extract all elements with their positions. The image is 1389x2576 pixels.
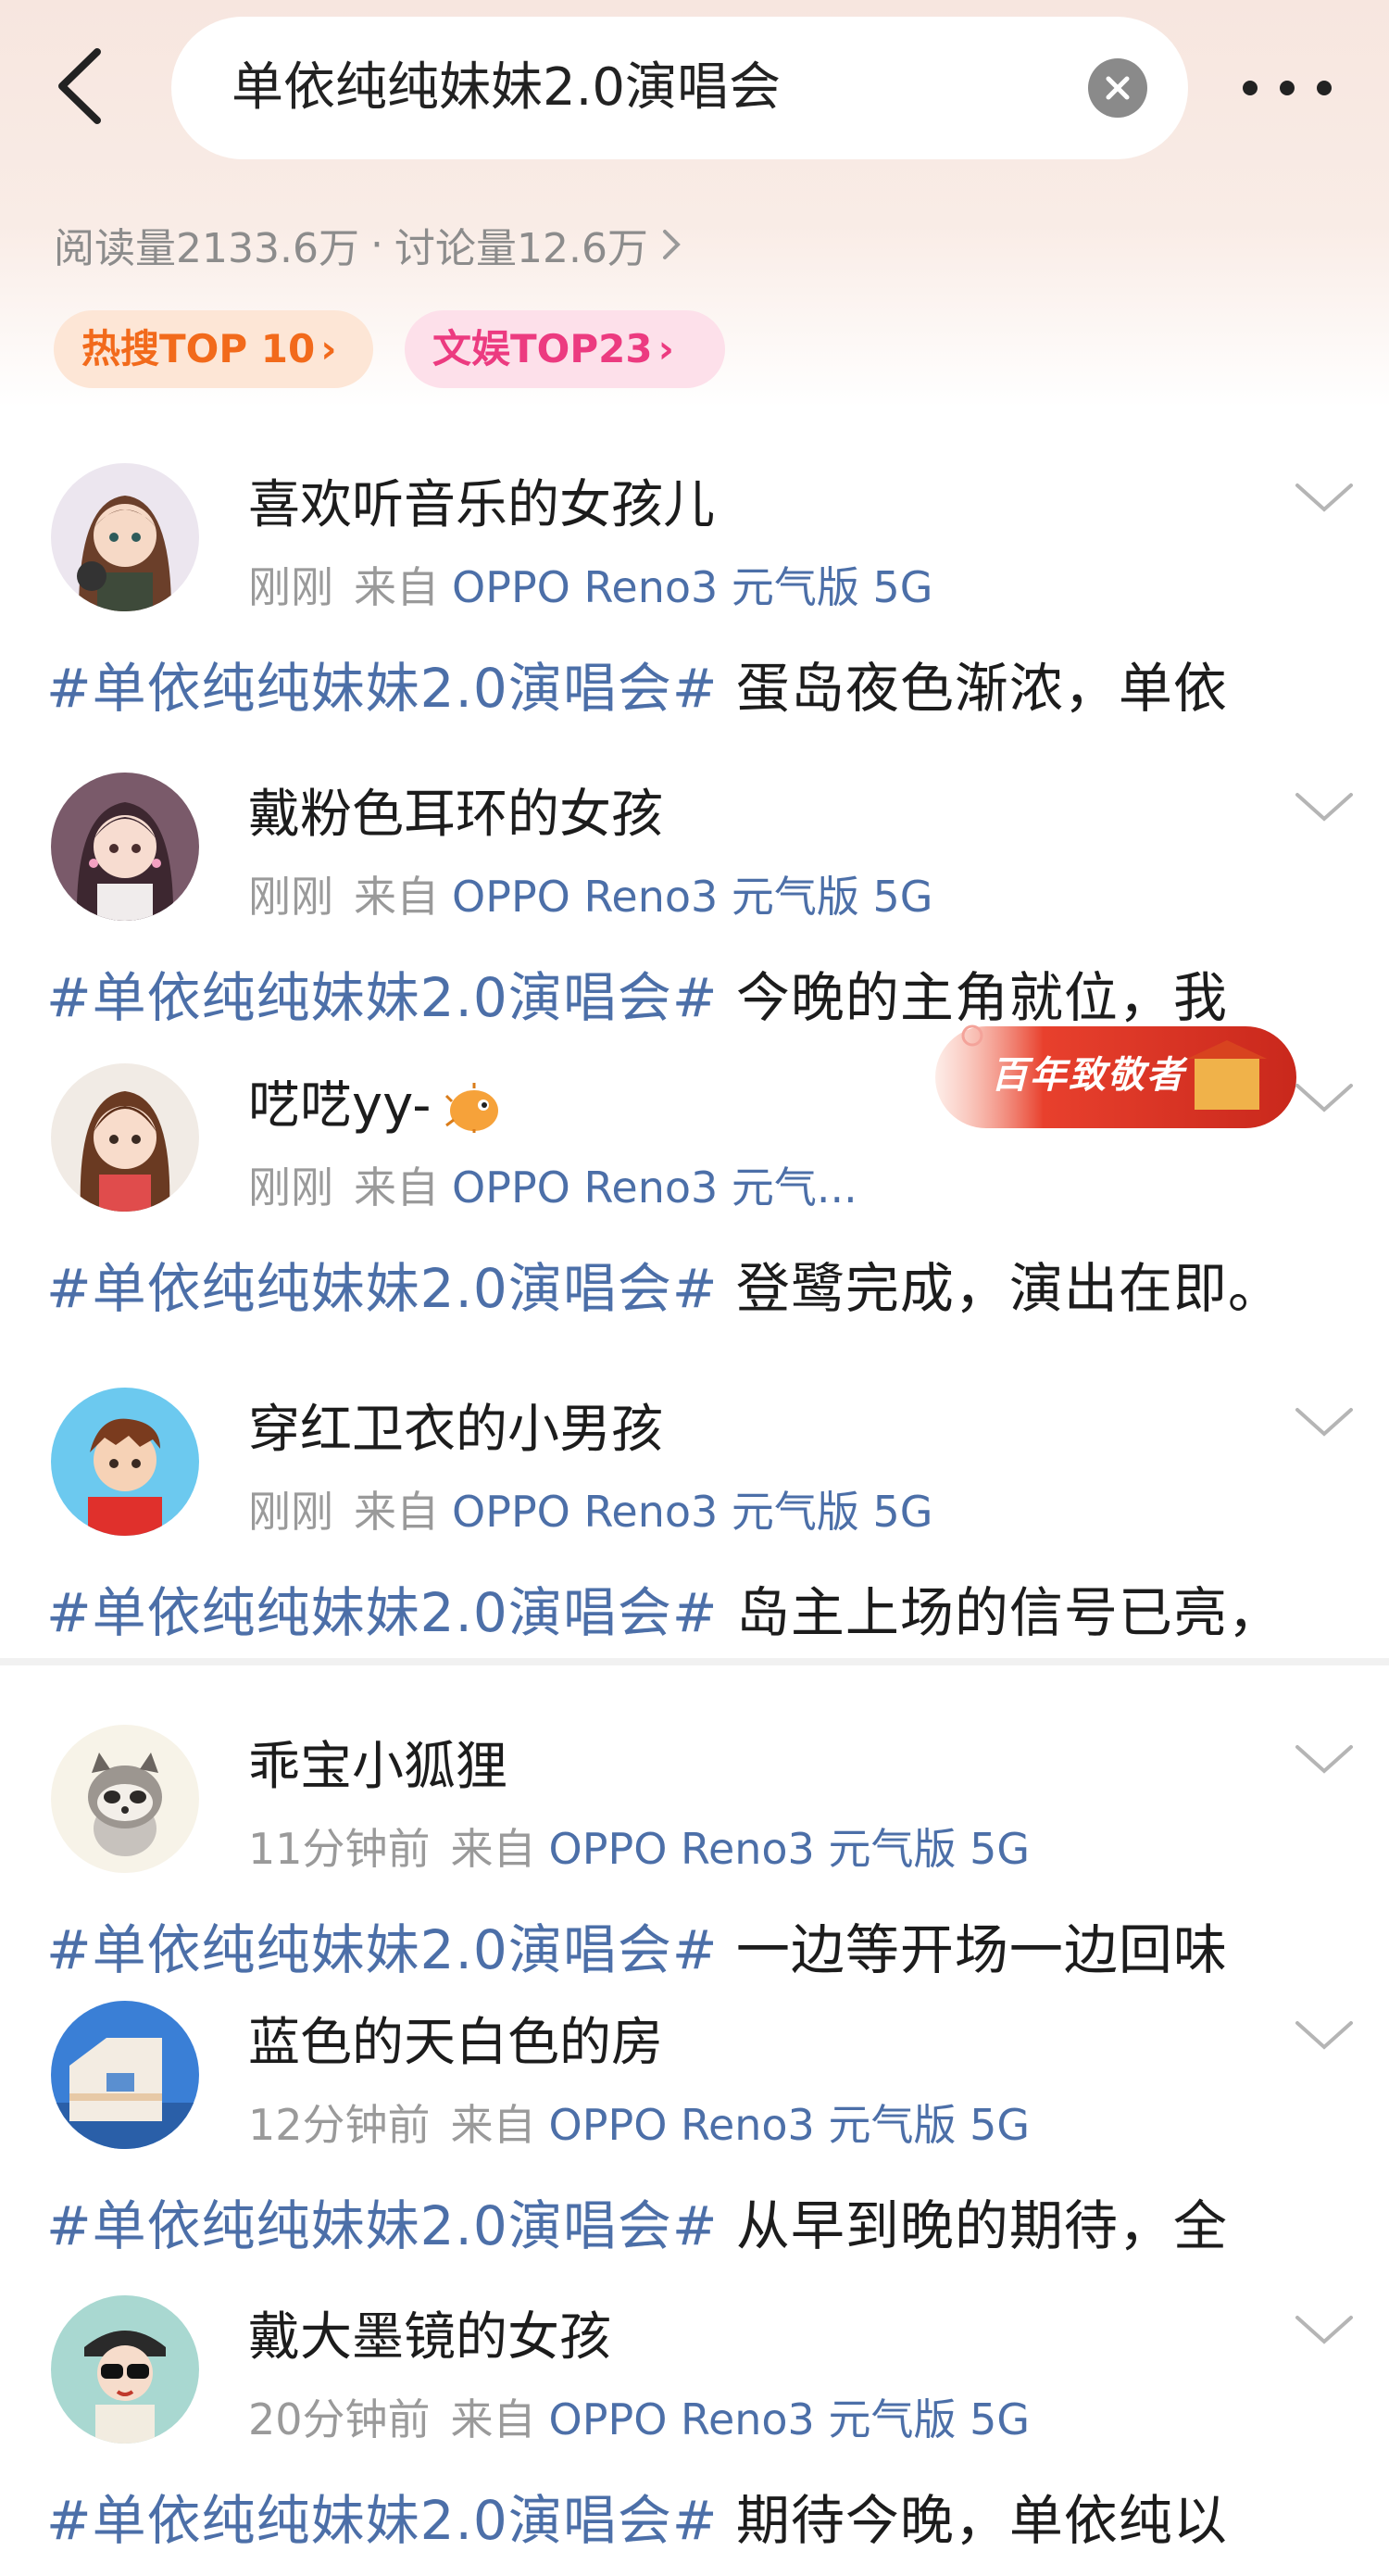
stats-separator: · [369,220,383,269]
close-icon [1106,76,1130,100]
device-source[interactable]: OPPO Reno3 元气版 5G [452,562,932,612]
topic-hashtag[interactable]: #单依纯纯妹妹2.0演唱会# [46,1581,718,1644]
avatar[interactable] [51,1063,199,1212]
post-meta: 刚刚 来自 OPPO Reno3 元气版 5G [248,1478,932,1539]
pufferfish-emoji-icon [444,1082,498,1133]
more-dots-icon [1243,81,1332,95]
promo-banner[interactable]: 百年致敬者 [935,1017,1296,1137]
topic-hashtag[interactable]: #单依纯纯妹妹2.0演唱会# [46,2489,718,2552]
post-meta: 刚刚 来自 OPPO Reno3 元气... [248,1154,857,1215]
username-text: 呓呓yy- [248,1075,432,1136]
post-time: 刚刚 [248,1162,333,1213]
post-time: 刚刚 [248,562,333,612]
post-time: 刚刚 [248,872,333,922]
topic-hashtag[interactable]: #单依纯纯妹妹2.0演唱会# [46,1257,718,1320]
source-prefix: 来自 [354,562,439,612]
post-content[interactable]: #单依纯纯妹妹2.0演唱会# 蛋岛夜色渐浓，单依 [46,645,1352,723]
chevron-right-icon [662,230,681,259]
post-content[interactable]: #单依纯纯妹妹2.0演唱会# 从早到晚的期待，全 [46,2182,1352,2260]
post-time: 12分钟前 [248,2100,431,2150]
avatar[interactable] [51,1725,199,1873]
chevron-down-icon[interactable] [1292,2312,1357,2349]
entertainment-rank-label: 文娱TOP23 [432,326,653,371]
chevron-down-icon[interactable] [1292,1404,1357,1441]
device-source[interactable]: OPPO Reno3 元气版 5G [549,1824,1030,1874]
username[interactable]: 乖宝小狐狸 [248,1725,507,1800]
read-count: 阅读量2133.6万 [54,225,359,272]
username[interactable]: 穿红卫衣的小男孩 [248,1388,663,1463]
post-text: 蛋岛夜色渐浓，单依 [735,657,1228,720]
username[interactable]: 蓝色的天白色的房 [248,2001,663,2076]
topic-hashtag[interactable]: #单依纯纯妹妹2.0演唱会# [46,2194,718,2257]
post-meta: 11分钟前 来自 OPPO Reno3 元气版 5G [248,1816,1030,1877]
chevron-down-icon[interactable] [1292,480,1357,517]
username[interactable]: 戴大墨镜的女孩 [248,2295,611,2370]
avatar[interactable] [51,773,199,921]
source-prefix: 来自 [450,2100,536,2150]
username[interactable]: 喜欢听音乐的女孩儿 [248,463,715,538]
topic-stats[interactable]: 阅读量2133.6万 · 讨论量12.6万 [54,215,682,274]
hot-search-rank-label: 热搜TOP 10 [81,326,316,371]
post-content[interactable]: #单依纯纯妹妹2.0演唱会# 岛主上场的信号已亮， [46,1569,1352,1647]
search-query[interactable]: 单依纯纯妹妹2.0演唱会 [232,17,781,159]
chevron-down-icon[interactable] [1292,1741,1357,1778]
device-source[interactable]: OPPO Reno3 元气... [452,1162,857,1213]
source-prefix: 来自 [354,872,439,922]
more-options-button[interactable] [1236,56,1338,120]
device-source[interactable]: OPPO Reno3 元气版 5G [549,2394,1030,2444]
topic-hashtag[interactable]: #单依纯纯妹妹2.0演唱会# [46,966,718,1029]
post-meta: 刚刚 来自 OPPO Reno3 元气版 5G [248,554,932,615]
banner-label: 百年致敬者 [991,1053,1185,1097]
post-text: 登鹭完成，演出在即。 [735,1257,1283,1320]
topic-hashtag[interactable]: #单依纯纯妹妹2.0演唱会# [46,657,718,720]
back-button[interactable] [51,44,125,128]
search-bar[interactable]: 单依纯纯妹妹2.0演唱会 [171,17,1188,159]
chevron-right-icon: › [657,326,674,371]
device-source[interactable]: OPPO Reno3 元气版 5G [452,1487,932,1537]
device-source[interactable]: OPPO Reno3 元气版 5G [452,872,932,922]
post-text: 一边等开场一边回味 [735,1918,1228,1981]
chevron-right-icon: › [320,326,337,371]
username[interactable]: 戴粉色耳环的女孩 [248,773,663,848]
source-prefix: 来自 [450,1824,536,1874]
post-time: 20分钟前 [248,2394,431,2444]
username[interactable]: 呓呓yy- [248,1063,504,1138]
topic-hashtag[interactable]: #单依纯纯妹妹2.0演唱会# [46,1918,718,1981]
avatar[interactable] [51,1388,199,1536]
source-prefix: 来自 [354,1487,439,1537]
source-prefix: 来自 [354,1162,439,1213]
post-time: 11分钟前 [248,1824,431,1874]
avatar[interactable] [51,2001,199,2149]
chevron-down-icon[interactable] [1292,2017,1357,2055]
avatar[interactable] [51,2295,199,2444]
post-content[interactable]: #单依纯纯妹妹2.0演唱会# 登鹭完成，演出在即。 [46,1245,1352,1323]
chevron-down-icon[interactable] [1292,1080,1357,1117]
post-text: 从早到晚的期待，全 [735,2194,1228,2257]
clear-search-button[interactable] [1088,58,1147,118]
entertainment-rank-tag[interactable]: 文娱TOP23 › [405,310,725,388]
source-prefix: 来自 [450,2394,536,2444]
post-content[interactable]: #单依纯纯妹妹2.0演唱会# 期待今晚，单依纯以 [46,2477,1352,2555]
chevron-left-icon [58,48,101,124]
post-meta: 12分钟前 来自 OPPO Reno3 元气版 5G [248,2092,1030,2153]
hot-search-rank-tag[interactable]: 热搜TOP 10 › [54,310,373,388]
chevron-down-icon[interactable] [1292,789,1357,826]
post-text: 岛主上场的信号已亮， [735,1581,1283,1644]
section-divider [0,1658,1389,1665]
post-content[interactable]: #单依纯纯妹妹2.0演唱会# 一边等开场一边回味 [46,1906,1352,1984]
discussion-count: 讨论量12.6万 [394,225,648,272]
post-text: 期待今晚，单依纯以 [735,2489,1228,2552]
avatar[interactable] [51,463,199,611]
post-meta: 刚刚 来自 OPPO Reno3 元气版 5G [248,863,932,924]
post-meta: 20分钟前 来自 OPPO Reno3 元气版 5G [248,2386,1030,2447]
device-source[interactable]: OPPO Reno3 元气版 5G [549,2100,1030,2150]
post-time: 刚刚 [248,1487,333,1537]
